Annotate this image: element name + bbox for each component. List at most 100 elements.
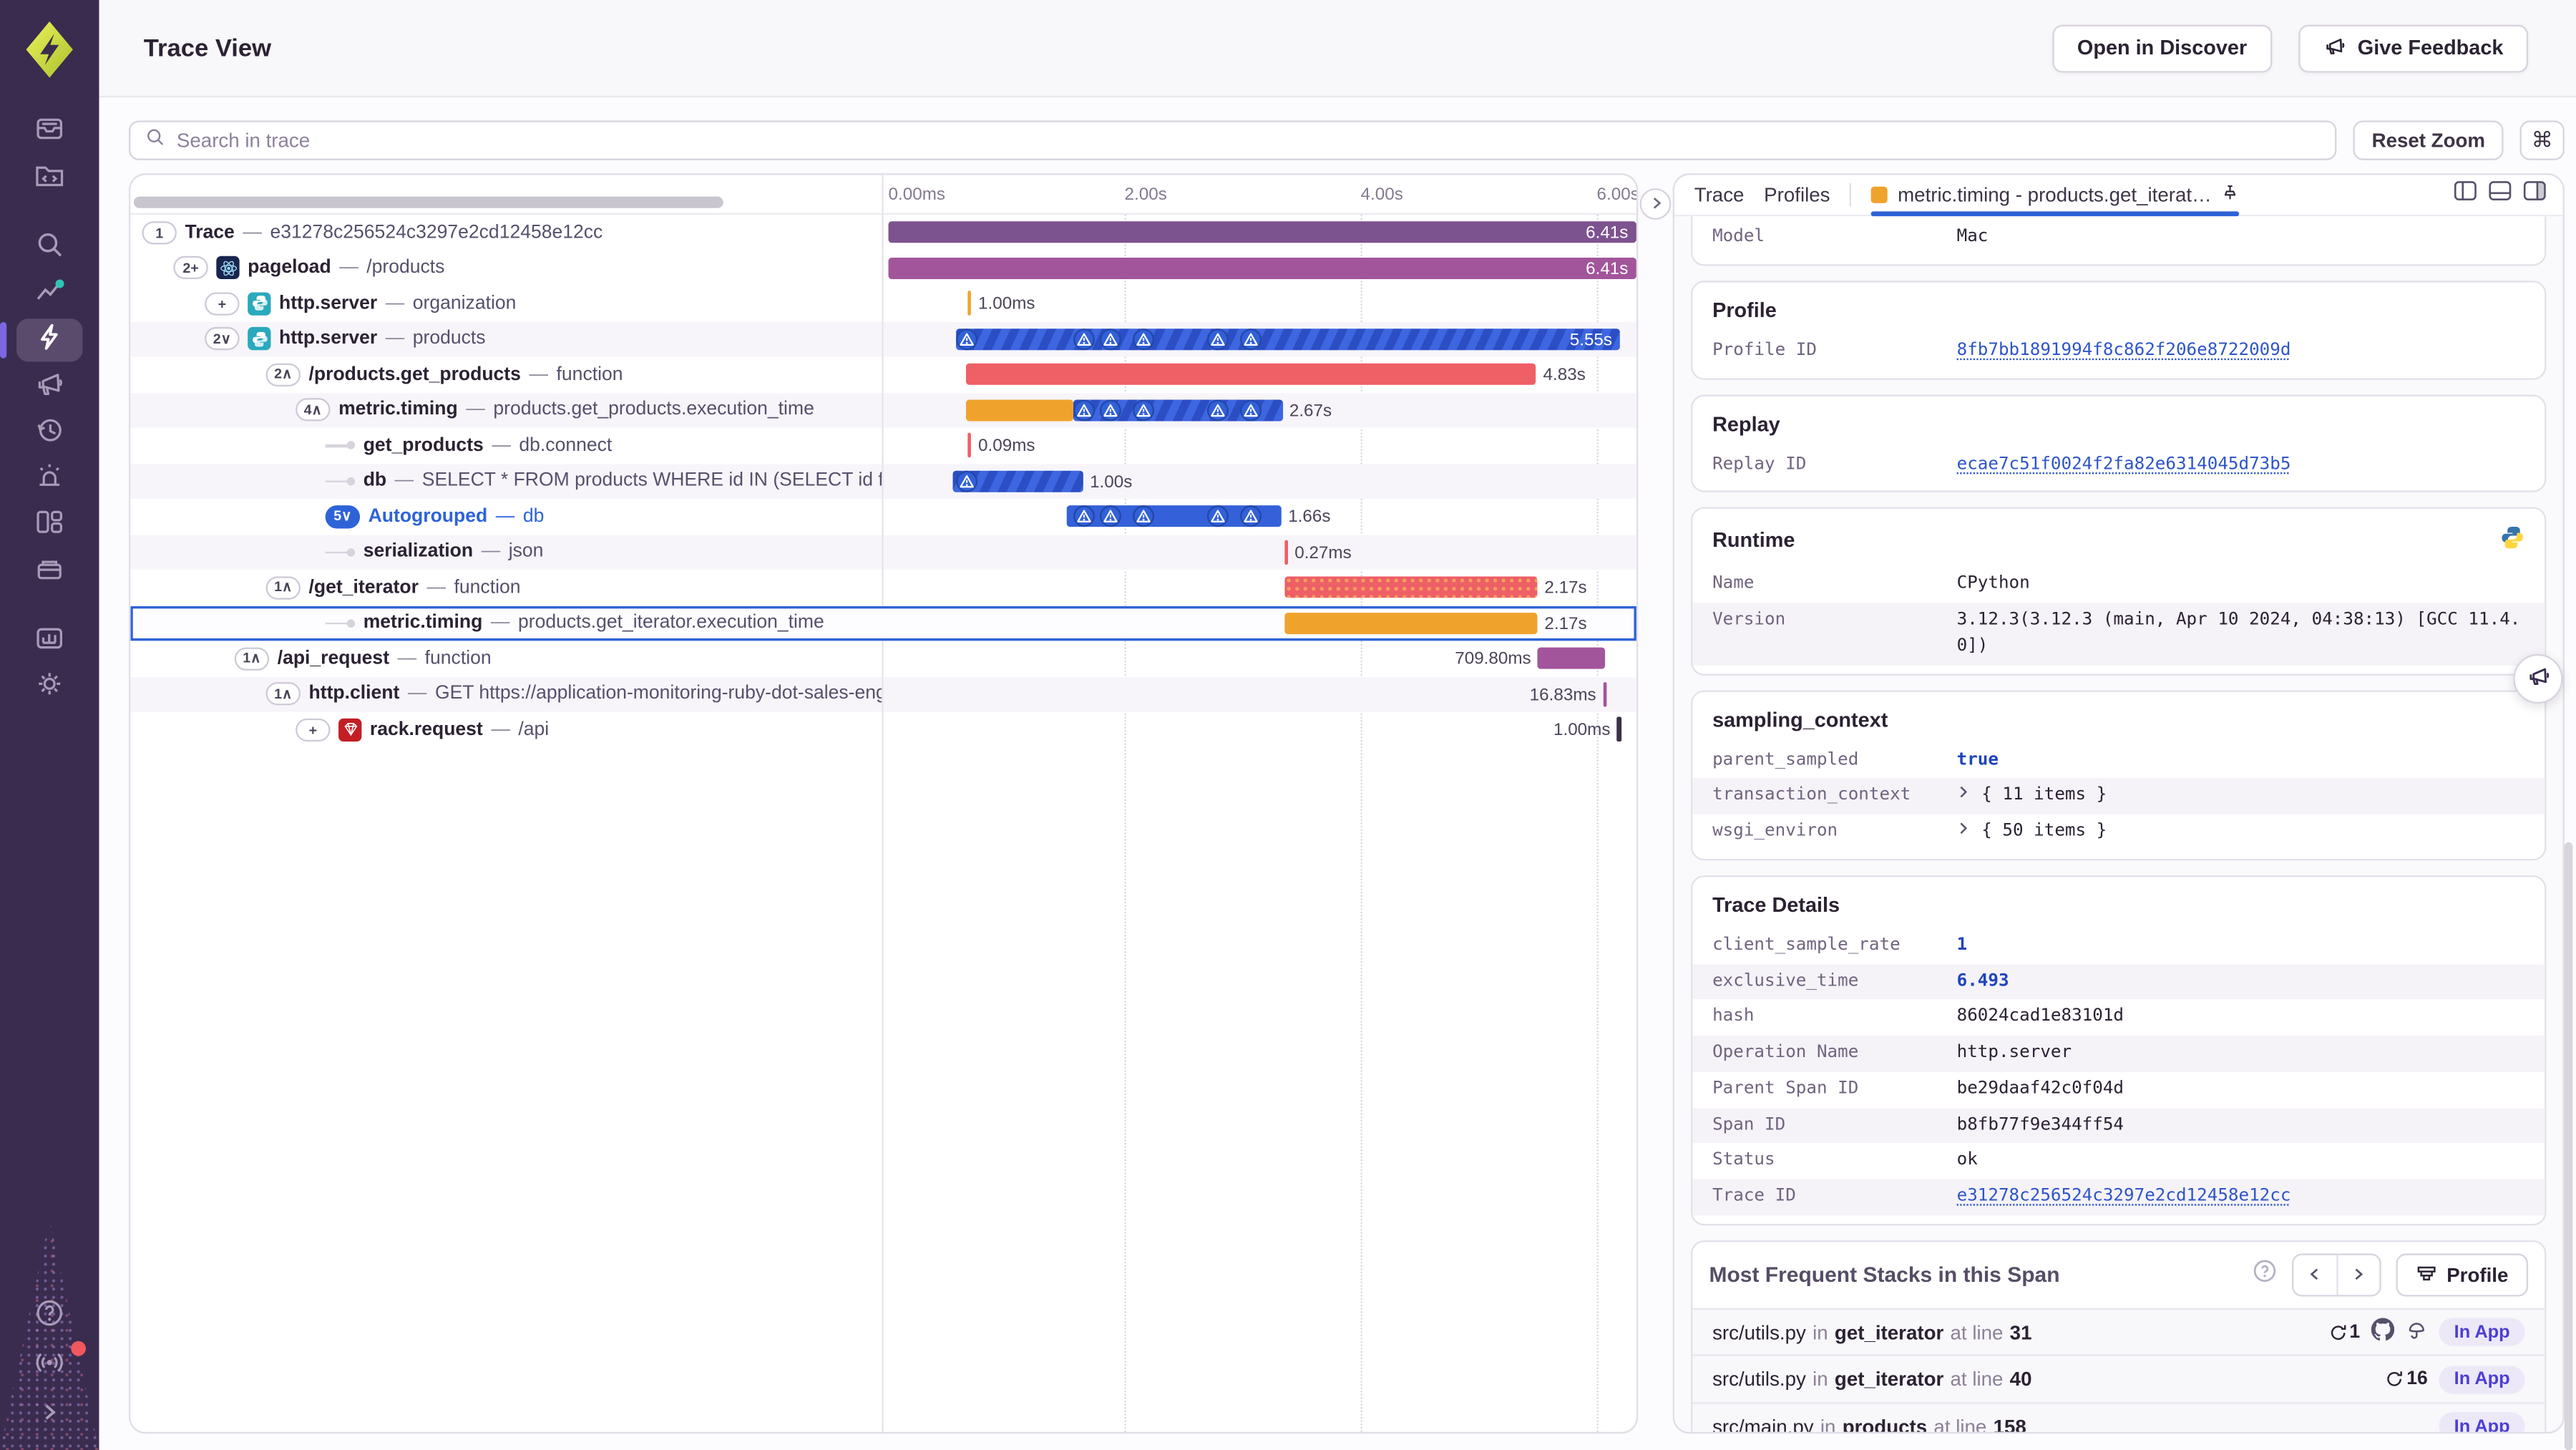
- frame-function: get_iterator: [1834, 1367, 1944, 1391]
- sidebar-item-feedback[interactable]: [16, 365, 82, 408]
- seer-icon[interactable]: [2406, 1319, 2428, 1346]
- sidebar-item-stats[interactable]: [16, 550, 82, 593]
- error-badge-icon[interactable]: [1099, 399, 1121, 421]
- window-vertical-scrollbar[interactable]: [2564, 842, 2573, 1450]
- tab-trace[interactable]: Trace: [1694, 175, 1745, 215]
- span-bar[interactable]: [1538, 647, 1606, 669]
- span-children-badge[interactable]: 5∨: [325, 505, 361, 528]
- span-bar[interactable]: [966, 363, 1537, 385]
- sentry-logo-icon[interactable]: [21, 20, 77, 88]
- error-badge-icon[interactable]: [1240, 328, 1262, 350]
- expandable-value[interactable]: { 11 items }: [1957, 783, 2107, 809]
- span-bar[interactable]: [1602, 681, 1607, 706]
- value-link[interactable]: e31278c256524c3297e2cd12458e12cc: [1957, 1184, 2291, 1210]
- error-badge-icon[interactable]: [1099, 505, 1121, 527]
- give-feedback-button[interactable]: Give Feedback: [2298, 24, 2529, 72]
- layout-split-bottom-icon[interactable]: [2489, 180, 2512, 210]
- span-children-badge[interactable]: 2∧: [265, 363, 301, 386]
- span-bar[interactable]: [966, 399, 1074, 421]
- span-description: SELECT * FROM products WHERE id IN (SELE…: [421, 471, 882, 491]
- sidebar-item-help[interactable]: [16, 1295, 82, 1338]
- error-badge-icon[interactable]: [1206, 505, 1229, 527]
- stack-frame-row[interactable]: src/utils.py in get_iterator at line 40 16 In …: [1692, 1354, 2545, 1402]
- sidebar-item-monitors[interactable]: [16, 619, 82, 662]
- reset-zoom-button[interactable]: Reset Zoom: [2353, 120, 2504, 160]
- floating-feedback-button[interactable]: [2513, 653, 2563, 704]
- span-bar[interactable]: [955, 328, 1621, 350]
- sidebar-item-insights[interactable]: [16, 273, 82, 316]
- next-stack-button[interactable]: [2336, 1255, 2379, 1295]
- span-bar[interactable]: [888, 256, 1636, 278]
- tree-horizontal-scrollbar[interactable]: [133, 196, 723, 208]
- layout-split-left-icon[interactable]: [2454, 180, 2477, 210]
- error-badge-icon[interactable]: [1132, 328, 1154, 350]
- in-app-badge: In App: [2439, 1318, 2525, 1346]
- key: Operation Name: [1712, 1042, 1859, 1062]
- span-children-badge[interactable]: 4∧: [296, 398, 331, 422]
- stack-frame-row[interactable]: src/main.py in products at line 158 In App: [1692, 1401, 2545, 1432]
- span-children-badge[interactable]: 1: [142, 220, 177, 244]
- value-link[interactable]: ecae7c51f0024f2fa82e6314045d73b5: [1957, 452, 2291, 477]
- sidebar-item-projects[interactable]: [16, 157, 82, 200]
- error-badge-icon[interactable]: [1099, 328, 1121, 350]
- github-icon[interactable]: [2371, 1318, 2395, 1346]
- open-in-discover-button[interactable]: Open in Discover: [2052, 24, 2272, 72]
- span-bar[interactable]: [1616, 716, 1621, 742]
- error-badge-icon[interactable]: [955, 469, 977, 492]
- help-icon[interactable]: [2252, 1258, 2277, 1291]
- error-badge-icon[interactable]: [1240, 399, 1262, 421]
- trace-row[interactable]: metric.timing — products.get_iterator.exec…: [130, 605, 1636, 641]
- detail-card: sampling_context parent_sampled true transa…: [1691, 689, 2547, 860]
- issues-icon: [33, 112, 66, 153]
- span-bar[interactable]: [888, 221, 1636, 243]
- span-op: metric.timing: [338, 400, 458, 420]
- profile-button[interactable]: Profile: [2395, 1252, 2529, 1296]
- span-children-badge[interactable]: 1∧: [265, 575, 301, 600]
- span-children-badge[interactable]: 1∧: [234, 647, 270, 671]
- frequent-stacks-section: Most Frequent Stacks in this Span Profile…: [1691, 1240, 2547, 1432]
- span-children-badge[interactable]: 1∧: [265, 682, 301, 706]
- span-op: /get_iterator: [308, 578, 419, 598]
- span-bar[interactable]: [967, 432, 972, 458]
- stack-frame-row[interactable]: src/utils.py in get_iterator at line 31 1 In A…: [1692, 1308, 2545, 1355]
- pin-icon[interactable]: [2222, 183, 2240, 206]
- span-bar[interactable]: [1284, 611, 1538, 633]
- error-badge-icon[interactable]: [955, 328, 977, 350]
- sidebar-item-explore[interactable]: [16, 226, 82, 269]
- error-badge-icon[interactable]: [1206, 328, 1229, 350]
- sidebar-item-releases[interactable]: [16, 412, 82, 454]
- tree-connector: [325, 618, 356, 628]
- expandable-value[interactable]: { 50 items }: [1957, 819, 2107, 845]
- sidebar-item-issues[interactable]: [16, 111, 82, 154]
- error-badge-icon[interactable]: [1240, 505, 1262, 527]
- sidebar-item-settings[interactable]: [16, 666, 82, 709]
- value-link[interactable]: 8fb7bb1891994f8c862f206e8722009d: [1957, 338, 2291, 364]
- span-children-badge[interactable]: 2+: [173, 256, 208, 280]
- megaphone-icon: [33, 366, 66, 407]
- span-bar[interactable]: [967, 291, 972, 316]
- sidebar-collapse-button[interactable]: [16, 1394, 82, 1437]
- search-input[interactable]: Search in trace: [128, 120, 2338, 160]
- span-children-badge[interactable]: +: [205, 291, 240, 316]
- shortcut-button[interactable]: ⌘: [2519, 120, 2565, 160]
- key: hash: [1712, 1006, 1755, 1026]
- tree-timeline-divider[interactable]: [882, 175, 884, 1432]
- span-children-badge[interactable]: +: [296, 718, 331, 741]
- span-bar[interactable]: [1284, 576, 1538, 598]
- span-children-badge[interactable]: 2∨: [205, 327, 240, 351]
- prev-stack-button[interactable]: [2293, 1255, 2336, 1295]
- sidebar-item-alerts[interactable]: [16, 457, 82, 500]
- details-panel-toggle-button[interactable]: [1639, 188, 1672, 220]
- error-badge-icon[interactable]: [1132, 399, 1154, 421]
- error-badge-icon[interactable]: [1132, 505, 1154, 527]
- tab-profiles[interactable]: Profiles: [1764, 175, 1830, 215]
- span-bar[interactable]: [1284, 539, 1289, 565]
- sidebar-item-performance[interactable]: [0, 318, 83, 362]
- layout-split-right-icon[interactable]: [2523, 180, 2546, 210]
- search-row: Search in trace Reset Zoom ⌘: [128, 120, 2565, 160]
- error-badge-icon[interactable]: [1206, 399, 1229, 421]
- sidebar-item-dashboards[interactable]: [16, 504, 82, 547]
- tab-span-details[interactable]: metric.timing - products.get_iterat…: [1871, 175, 2240, 217]
- sidebar-item-whats-new[interactable]: [16, 1340, 86, 1387]
- span-op: pageload: [248, 258, 331, 278]
